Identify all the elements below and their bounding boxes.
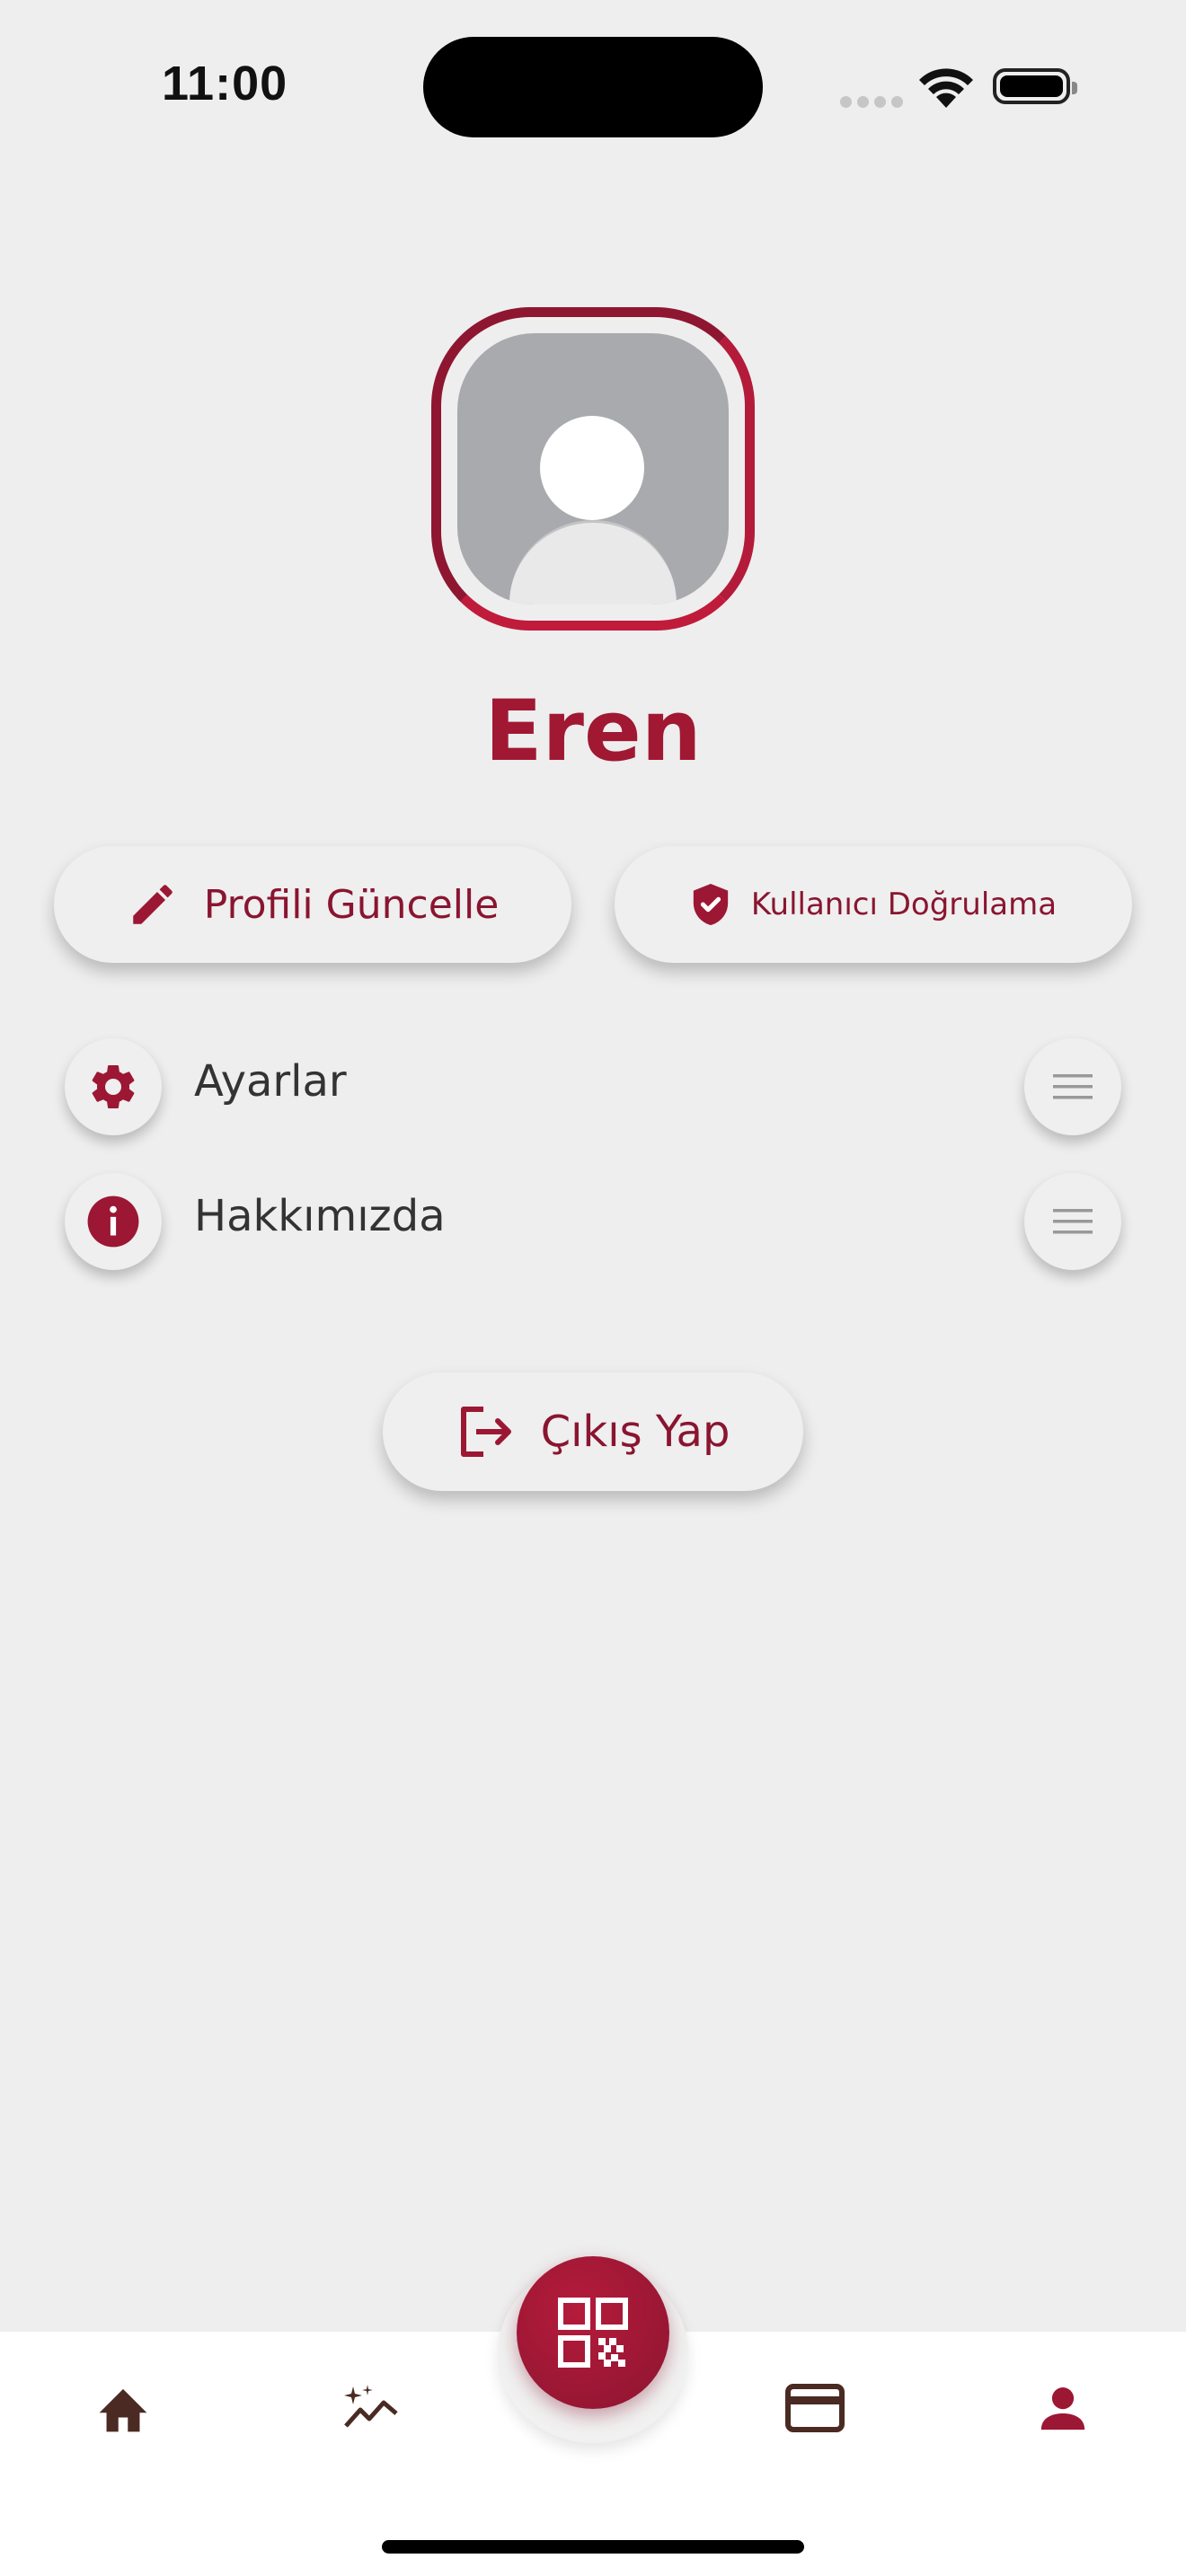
avatar-placeholder-icon (457, 333, 729, 604)
pencil-icon (132, 885, 173, 924)
nav-profile[interactable] (1022, 2368, 1103, 2448)
nav-cards[interactable] (774, 2368, 855, 2448)
verified-shield-icon (693, 884, 729, 925)
home-icon (99, 2388, 147, 2432)
logout-icon (460, 1407, 511, 1457)
person-icon (1040, 2387, 1085, 2430)
settings-icon-button[interactable] (65, 1038, 162, 1135)
edit-profile-button[interactable]: Profili Güncelle (54, 846, 571, 963)
edit-profile-label: Profili Güncelle (203, 881, 500, 928)
sparkle-chart-icon (344, 2385, 398, 2428)
about-menu-button[interactable] (1024, 1173, 1121, 1270)
home-indicator (382, 2540, 804, 2554)
qr-scan-button[interactable] (517, 2256, 669, 2409)
user-name: Eren (484, 683, 702, 781)
profile-avatar[interactable] (431, 307, 755, 631)
nav-insights[interactable] (331, 2368, 412, 2448)
user-verification-button[interactable]: Kullanıcı Doğrulama (615, 846, 1132, 963)
battery-icon (993, 68, 1077, 104)
credit-card-icon (785, 2384, 845, 2432)
info-icon (87, 1195, 139, 1248)
status-time: 11:00 (162, 57, 288, 110)
cellular-signal-icon (840, 94, 912, 108)
qr-code-icon (558, 2298, 628, 2368)
user-verification-label: Kullanıcı Doğrulama (750, 887, 1058, 922)
about-label[interactable]: Hakkımızda (194, 1191, 446, 1241)
hamburger-menu-icon (1053, 1209, 1093, 1234)
dynamic-island (423, 37, 763, 137)
logout-button[interactable]: Çıkış Yap (383, 1372, 803, 1491)
wifi-icon (919, 68, 973, 108)
settings-label[interactable]: Ayarlar (194, 1056, 347, 1107)
nav-home[interactable] (83, 2368, 164, 2448)
about-icon-button[interactable] (65, 1173, 162, 1270)
gear-icon (92, 1064, 135, 1108)
hamburger-menu-icon (1053, 1074, 1093, 1099)
settings-menu-button[interactable] (1024, 1038, 1121, 1135)
logout-label: Çıkış Yap (540, 1407, 730, 1457)
